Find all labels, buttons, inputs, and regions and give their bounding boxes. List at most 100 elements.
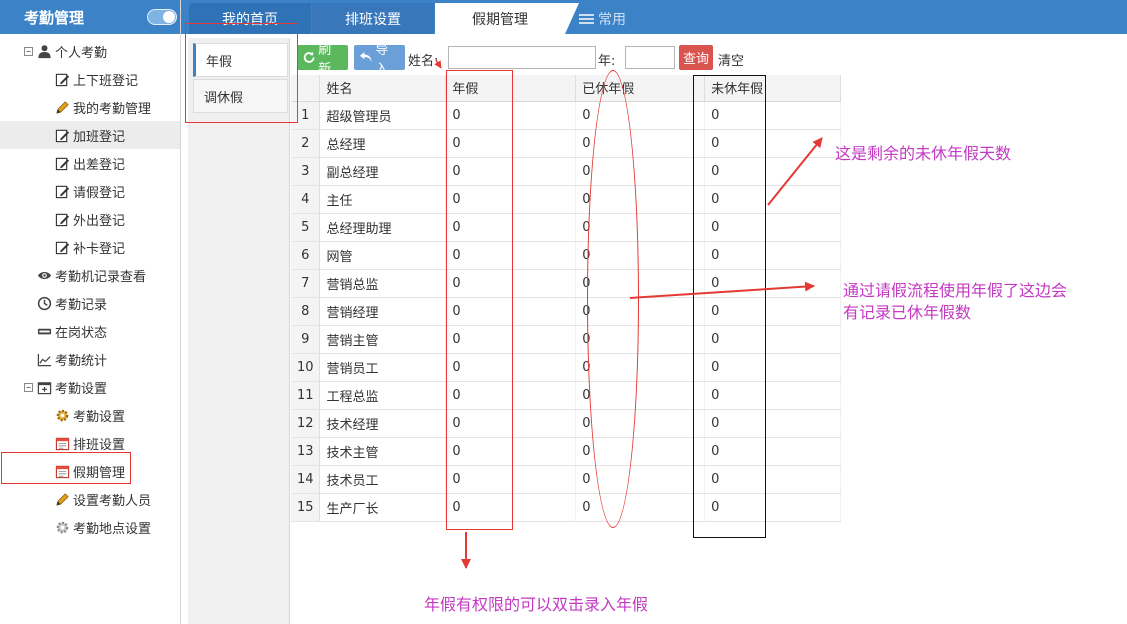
tab-holiday-label: 假期管理 xyxy=(472,11,528,28)
sidebar-item-label: 考勤设置 xyxy=(55,381,108,397)
sidebar-item[interactable]: 考勤设置 xyxy=(0,401,180,429)
table-row[interactable]: 6 网管 0 0 0 xyxy=(291,241,841,270)
sidebar-item[interactable]: 设置考勤人员 xyxy=(0,485,180,513)
cell-used: 0 xyxy=(575,185,706,214)
table-row[interactable]: 1 超级管理员 0 0 0 xyxy=(291,101,841,130)
cell-annual[interactable]: 0 xyxy=(445,465,577,494)
name-input[interactable] xyxy=(448,46,596,69)
sidebar-item-label: 考勤统计 xyxy=(55,353,108,369)
row-number: 2 xyxy=(291,129,321,158)
tab-common[interactable]: 常用 xyxy=(579,3,639,34)
cell-name: 营销主管 xyxy=(319,325,447,354)
table-row[interactable]: 15 生产厂长 0 0 0 xyxy=(291,493,841,522)
cell-remaining: 0 xyxy=(704,353,841,382)
sidebar-item[interactable]: 假期管理 xyxy=(0,457,180,485)
refresh-button[interactable]: 刷新 xyxy=(297,43,348,77)
sidebar-toggle-switch[interactable] xyxy=(147,9,177,25)
sidebar-item[interactable]: 外出登记 xyxy=(0,205,180,233)
cell-annual[interactable]: 0 xyxy=(445,269,577,298)
sidebar-item[interactable]: 加班登记 xyxy=(0,121,180,149)
cell-annual[interactable]: 0 xyxy=(445,325,577,354)
cell-name: 总经理助理 xyxy=(319,213,447,242)
table-row[interactable]: 5 总经理助理 0 0 0 xyxy=(291,213,841,242)
query-button[interactable]: 查询 xyxy=(679,45,713,70)
cell-annual[interactable]: 0 xyxy=(445,353,577,382)
annual-leave-grid: 姓名 年假 已休年假 未休年假 1 超级管理员 0 0 0 2 总经理 0 0 0 3 副总经理 0 0 0… xyxy=(291,75,841,522)
row-number: 5 xyxy=(291,213,321,242)
tab-compensatory-leave[interactable]: 调休假 xyxy=(193,79,288,113)
row-number: 13 xyxy=(291,437,321,466)
cell-annual[interactable]: 0 xyxy=(445,213,577,242)
cell-remaining: 0 xyxy=(704,409,841,438)
sidebar-item[interactable]: 请假登记 xyxy=(0,177,180,205)
table-row[interactable]: 14 技术员工 0 0 0 xyxy=(291,465,841,494)
table-row[interactable]: 7 营销总监 0 0 0 xyxy=(291,269,841,298)
cell-annual[interactable]: 0 xyxy=(445,129,577,158)
clear-link[interactable]: 清空 xyxy=(718,50,744,69)
sidebar-item[interactable]: 上下班登记 xyxy=(0,65,180,93)
tree-collapse-icon[interactable]: − xyxy=(24,46,33,56)
cell-used: 0 xyxy=(575,465,706,494)
sidebar-item-label: 设置考勤人员 xyxy=(73,493,152,509)
table-row[interactable]: 4 主任 0 0 0 xyxy=(291,185,841,214)
sidebar-item-label: 上下班登记 xyxy=(73,73,139,89)
table-row[interactable]: 13 技术主管 0 0 0 xyxy=(291,437,841,466)
sidebar-item[interactable]: 出差登记 xyxy=(0,149,180,177)
sidebar-item[interactable]: 补卡登记 xyxy=(0,233,180,261)
sidebar-item[interactable]: 排班设置 xyxy=(0,429,180,457)
table-row[interactable]: 2 总经理 0 0 0 xyxy=(291,129,841,158)
cell-annual[interactable]: 0 xyxy=(445,437,577,466)
tab-holiday-management[interactable]: 假期管理 xyxy=(435,3,579,34)
user-icon xyxy=(36,43,52,59)
cell-annual[interactable]: 0 xyxy=(445,493,577,522)
cell-used: 0 xyxy=(575,101,706,130)
table-row[interactable]: 10 营销员工 0 0 0 xyxy=(291,353,841,382)
cell-annual[interactable]: 0 xyxy=(445,185,577,214)
sidebar-item[interactable]: 考勤地点设置 xyxy=(0,513,180,541)
tab-shift-settings[interactable]: 排班设置 xyxy=(312,3,434,34)
tab-annual-leave[interactable]: 年假 xyxy=(193,43,288,77)
import-button[interactable]: 导入 xyxy=(354,43,405,77)
edit-icon xyxy=(54,155,70,171)
cell-name: 营销总监 xyxy=(319,269,447,298)
table-row[interactable]: 11 工程总监 0 0 0 xyxy=(291,381,841,410)
sidebar-item[interactable]: − 考勤设置 xyxy=(0,373,180,401)
cell-annual[interactable]: 0 xyxy=(445,381,577,410)
row-number: 11 xyxy=(291,381,321,410)
table-row[interactable]: 9 营销主管 0 0 0 xyxy=(291,325,841,354)
cell-name: 生产厂长 xyxy=(319,493,447,522)
column-header-annual[interactable]: 年假 xyxy=(445,75,577,102)
tab-home[interactable]: 我的首页 xyxy=(189,3,311,34)
cell-remaining: 0 xyxy=(704,213,841,242)
annotation-used-note-line2: 有记录已休年假数 xyxy=(843,303,972,322)
table-row[interactable]: 3 副总经理 0 0 0 xyxy=(291,157,841,186)
sidebar-item[interactable]: 我的考勤管理 xyxy=(0,93,180,121)
annotation-annual-note: 年假有权限的可以双击录入年假 xyxy=(424,595,649,614)
eye-icon xyxy=(36,267,52,283)
sidebar-item-label: 请假登记 xyxy=(73,185,126,201)
table-row[interactable]: 12 技术经理 0 0 0 xyxy=(291,409,841,438)
row-number: 7 xyxy=(291,269,321,298)
table-header-row: 姓名 年假 已休年假 未休年假 xyxy=(291,75,841,102)
cell-annual[interactable]: 0 xyxy=(445,297,577,326)
column-header-used[interactable]: 已休年假 xyxy=(575,75,706,102)
sidebar-item[interactable]: 考勤机记录查看 xyxy=(0,261,180,289)
tree-collapse-icon[interactable]: − xyxy=(24,382,33,392)
column-header-remaining[interactable]: 未休年假 xyxy=(704,75,841,102)
cell-annual[interactable]: 0 xyxy=(445,241,577,270)
cell-annual[interactable]: 0 xyxy=(445,101,577,130)
cell-annual[interactable]: 0 xyxy=(445,409,577,438)
cell-name: 网管 xyxy=(319,241,447,270)
cell-remaining: 0 xyxy=(704,269,841,298)
cell-used: 0 xyxy=(575,269,706,298)
sidebar-item[interactable]: − 个人考勤 xyxy=(0,37,180,65)
table-row[interactable]: 8 营销经理 0 0 0 xyxy=(291,297,841,326)
year-input[interactable] xyxy=(625,46,675,69)
sidebar-item[interactable]: 考勤统计 xyxy=(0,345,180,373)
app-title: 考勤管理 xyxy=(24,8,85,27)
sidebar-item[interactable]: 考勤记录 xyxy=(0,289,180,317)
cell-annual[interactable]: 0 xyxy=(445,157,577,186)
sidebar-item[interactable]: 在岗状态 xyxy=(0,317,180,345)
cell-remaining: 0 xyxy=(704,101,841,130)
column-header-name[interactable]: 姓名 xyxy=(319,75,447,102)
